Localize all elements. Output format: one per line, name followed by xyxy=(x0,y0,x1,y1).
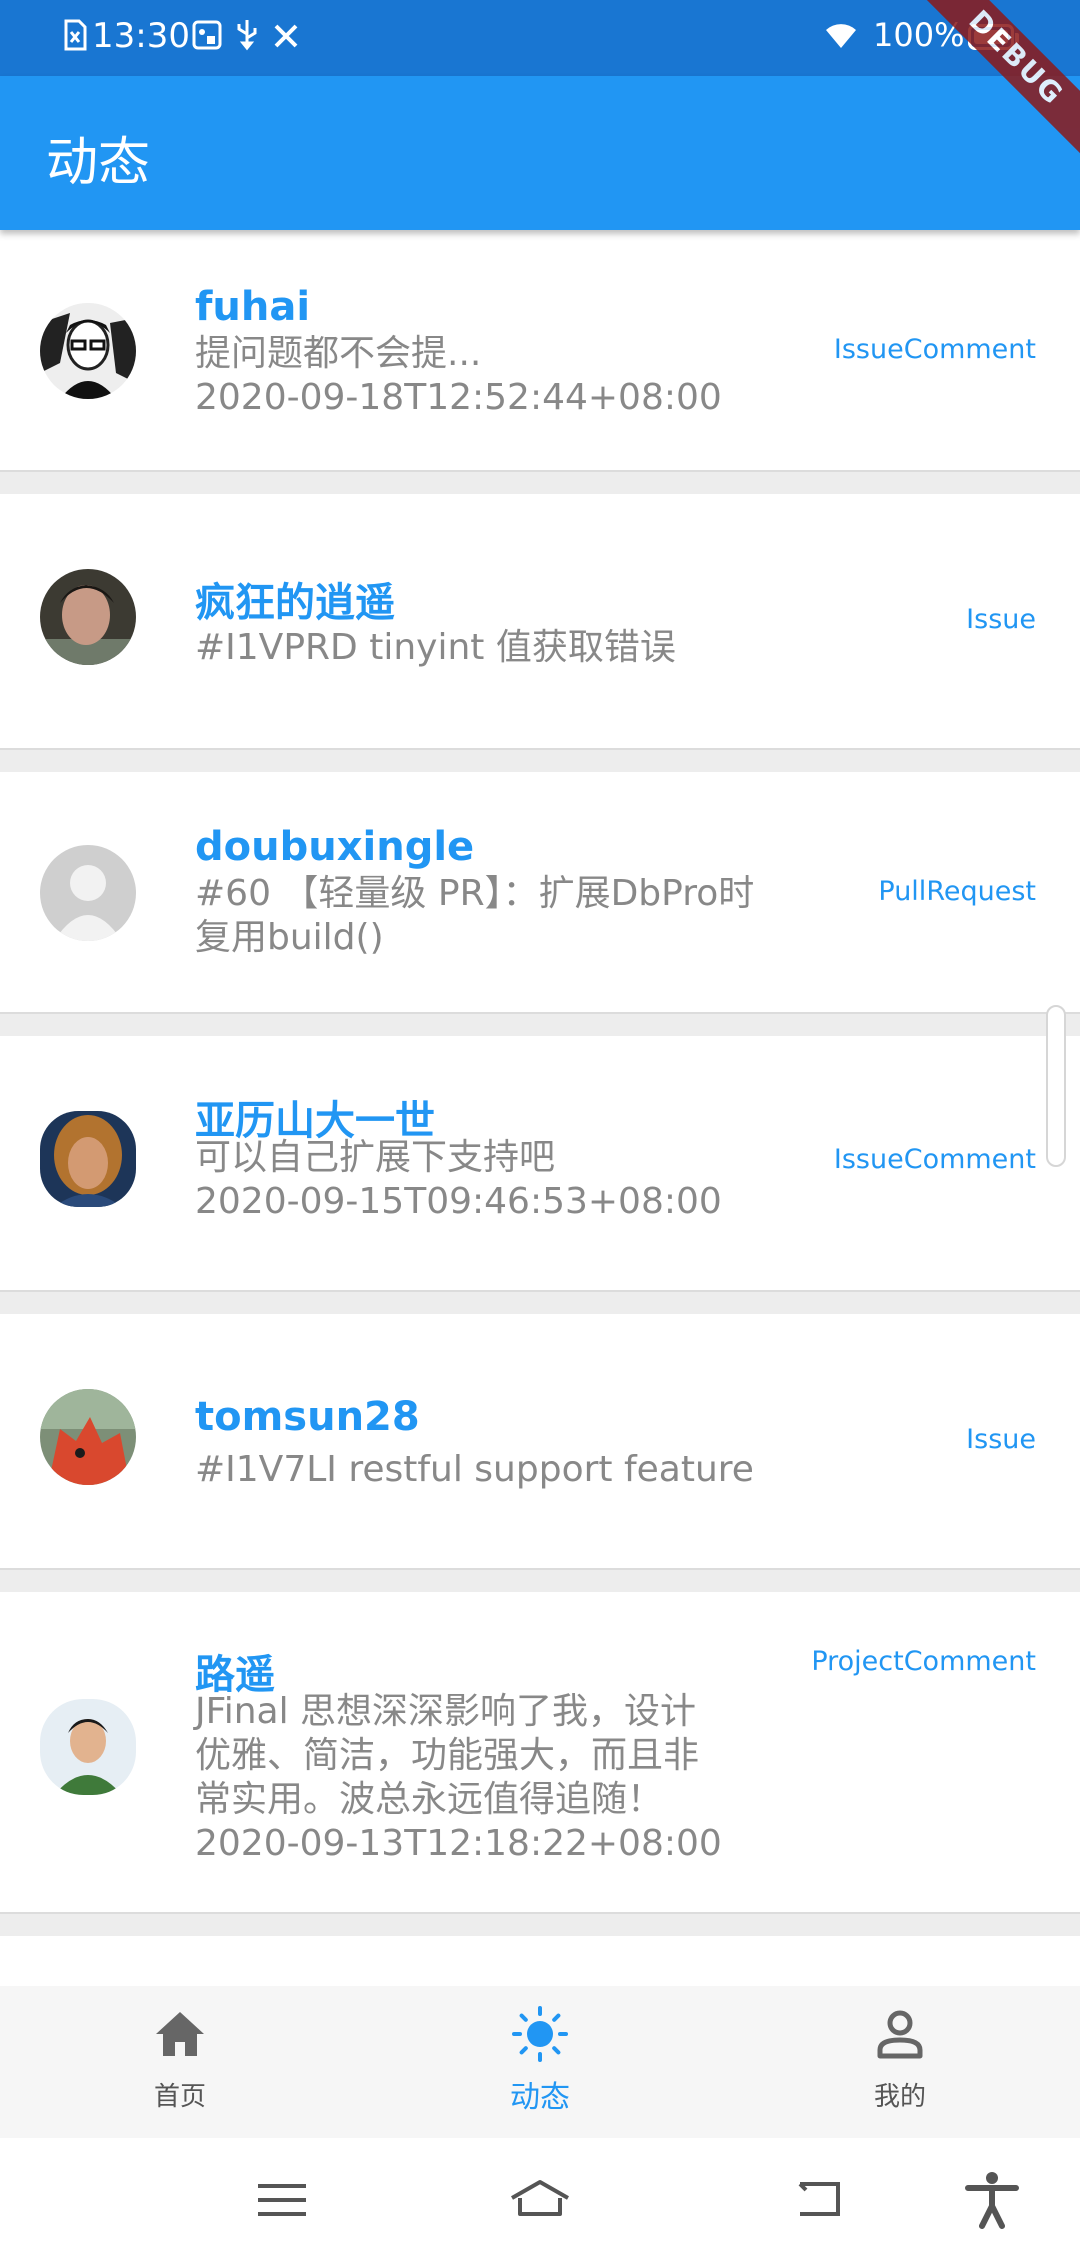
nav-label: 动态 xyxy=(510,2080,570,2115)
page-title: 动态 xyxy=(46,133,151,193)
user-name[interactable]: 疯狂的逍遥 xyxy=(195,570,395,628)
event-type-label: IssueComment xyxy=(833,1144,1036,1175)
back-icon[interactable] xyxy=(790,2170,850,2230)
user-name[interactable]: tomsun28 xyxy=(195,1394,420,1440)
tools-icon xyxy=(274,24,298,48)
avatar[interactable] xyxy=(40,1111,136,1207)
feed-item[interactable]: 亚历山大一世 可以自己扩展下支持吧 2020-09-15T09:46:53+08… xyxy=(0,1036,1080,1292)
avatar[interactable] xyxy=(40,1389,136,1485)
event-type-label: PullRequest xyxy=(878,876,1036,907)
usb-icon xyxy=(237,20,257,51)
home-button-icon[interactable] xyxy=(510,2170,570,2230)
description-line: #I1V7LI restful support feature xyxy=(195,1449,754,1490)
description-line: 可以自己扩展下支持吧 xyxy=(195,1137,556,1178)
menu-icon[interactable] xyxy=(252,2170,312,2230)
description-line: 优雅、简洁，功能强大，而且非 xyxy=(195,1735,700,1776)
app-notification-icon xyxy=(192,20,222,50)
nav-item-me[interactable]: 我的 xyxy=(720,1986,1080,2138)
avatar[interactable] xyxy=(40,569,136,665)
feed-item[interactable]: doubuxingle #60 【轻量级 PR】：扩展DbPro时 复用buil… xyxy=(0,772,1080,1014)
avatar[interactable] xyxy=(40,1699,136,1795)
nav-label: 我的 xyxy=(873,2082,926,2112)
feed-item[interactable]: fuhai 提问题都不会提... 2020-09-18T12:52:44+08:… xyxy=(0,230,1080,472)
event-description: 提问题都不会提... 2020-09-18T12:52:44+08:00 xyxy=(195,332,815,420)
feed-item[interactable]: 路遥 JFinal 思想深深影响了我，设计 优雅、简洁，功能强大，而且非 常实用… xyxy=(0,1592,1080,1914)
description-line: 复用build() xyxy=(195,917,384,958)
feed-item[interactable]: 疯狂的逍遥 #I1VPRD tinyint 值获取错误 Issue xyxy=(0,494,1080,750)
avatar[interactable] xyxy=(40,845,136,941)
description-line: #I1VPRD tinyint 值获取错误 xyxy=(195,627,676,668)
event-timestamp: 2020-09-13T12:18:22+08:00 xyxy=(195,1823,722,1864)
home-icon xyxy=(156,2012,204,2056)
event-timestamp: 2020-09-18T12:52:44+08:00 xyxy=(195,377,722,418)
status-bar: 13:30 100% xyxy=(0,0,1080,76)
user-name[interactable]: fuhai xyxy=(195,284,310,330)
nav-item-home[interactable]: 首页 xyxy=(0,1986,360,2138)
event-description: JFinal 思想深深影响了我，设计 优雅、简洁，功能强大，而且非 常实用。波总… xyxy=(195,1690,815,1866)
event-description: #I1V7LI restful support feature xyxy=(195,1448,815,1492)
system-navigation-bar xyxy=(0,2138,1080,2256)
sun-icon xyxy=(512,2006,568,2062)
event-description: 可以自己扩展下支持吧 2020-09-15T09:46:53+08:00 xyxy=(195,1136,815,1224)
description-line: 常实用。波总永远值得追随！ xyxy=(195,1779,664,1820)
person-icon xyxy=(877,2010,923,2059)
status-time: 13:30 xyxy=(92,16,190,56)
event-feed[interactable]: fuhai 提问题都不会提... 2020-09-18T12:52:44+08:… xyxy=(0,230,1080,1986)
event-type-label: IssueComment xyxy=(833,334,1036,365)
feed-item[interactable] xyxy=(0,1936,1080,1986)
scrollbar[interactable] xyxy=(1046,1005,1066,1167)
nav-item-activity[interactable]: 动态 xyxy=(360,1986,720,2138)
event-type-label: Issue xyxy=(966,604,1036,635)
event-description: #I1VPRD tinyint 值获取错误 xyxy=(195,626,815,670)
avatar[interactable] xyxy=(40,303,136,399)
sim-icon xyxy=(64,19,87,51)
wifi-icon xyxy=(826,24,856,48)
bottom-navigation: 首页 动态 我的 xyxy=(0,1986,1080,2138)
user-name[interactable]: doubuxingle xyxy=(195,824,474,870)
event-timestamp: 2020-09-15T09:46:53+08:00 xyxy=(195,1181,722,1222)
description-line: 提问题都不会提... xyxy=(195,333,482,374)
description-line: #60 【轻量级 PR】：扩展DbPro时 xyxy=(195,873,755,914)
event-description: #60 【轻量级 PR】：扩展DbPro时 复用build() xyxy=(195,872,815,960)
nav-label: 首页 xyxy=(153,2082,206,2112)
accessibility-icon[interactable] xyxy=(962,2170,1022,2230)
app-bar: 动态 xyxy=(0,76,1080,230)
event-type-label: Issue xyxy=(966,1424,1036,1455)
event-type-label: ProjectComment xyxy=(811,1646,1036,1677)
description-line: JFinal 思想深深影响了我，设计 xyxy=(195,1691,697,1732)
feed-item[interactable]: tomsun28 #I1V7LI restful support feature… xyxy=(0,1314,1080,1570)
